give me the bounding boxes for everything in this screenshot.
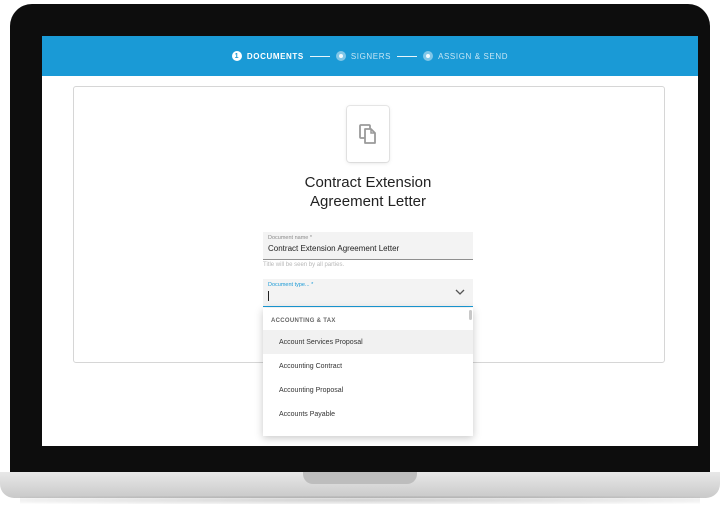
stepper-bar: 1 DOCUMENTS SIGNERS ASSIGN & SEND [42,36,698,76]
laptop-bezel: 1 DOCUMENTS SIGNERS ASSIGN & SEND Contra… [10,4,710,484]
document-type-select[interactable]: Document type... * [263,279,473,307]
dropdown-scrollbar[interactable] [469,310,472,320]
laptop-notch [303,472,417,484]
laptop-shadow [20,496,700,504]
document-title-line: Agreement Letter [310,193,426,210]
dropdown-group-header: ACCOUNTING & TAX [271,318,336,324]
document-type-dropdown[interactable]: ACCOUNTING & TAX Account Services Propos… [263,308,473,436]
document-name-helper: Title will be seen by all parties. [263,262,345,268]
dropdown-option[interactable]: Accounting Proposal [263,378,473,402]
step-signers[interactable]: SIGNERS [335,51,392,61]
document-title: Contract Extension Agreement Letter [218,173,518,211]
step-label: DOCUMENTS [246,51,304,61]
step-label: SIGNERS [350,51,392,61]
document-name-value[interactable]: Contract Extension Agreement Letter [268,244,399,253]
step-assign-send[interactable]: ASSIGN & SEND [423,51,508,61]
step-label: ASSIGN & SEND [438,51,509,61]
document-name-label: Document name * [268,235,313,241]
document-thumbnail [347,106,389,162]
dropdown-option[interactable]: Account Services Proposal [263,330,473,354]
step-connector [309,55,330,57]
document-type-label: Document type... * [268,282,314,288]
step-documents[interactable]: 1 DOCUMENTS [231,51,304,61]
step-status-icon [423,51,434,61]
step-number-badge: 1 [231,51,242,61]
step-status-icon [335,51,346,61]
copy-document-icon [359,124,376,144]
document-name-field[interactable]: Document name * Contract Extension Agree… [263,232,473,260]
dropdown-option[interactable]: Accounting Contract [263,354,473,378]
dropdown-option[interactable]: Accounts Payable [263,402,473,426]
text-cursor [268,291,269,301]
step-connector [397,55,418,57]
document-title-line: Contract Extension [304,174,432,191]
chevron-down-icon[interactable] [455,288,465,296]
app-screen: 1 DOCUMENTS SIGNERS ASSIGN & SEND Contra… [42,36,698,446]
